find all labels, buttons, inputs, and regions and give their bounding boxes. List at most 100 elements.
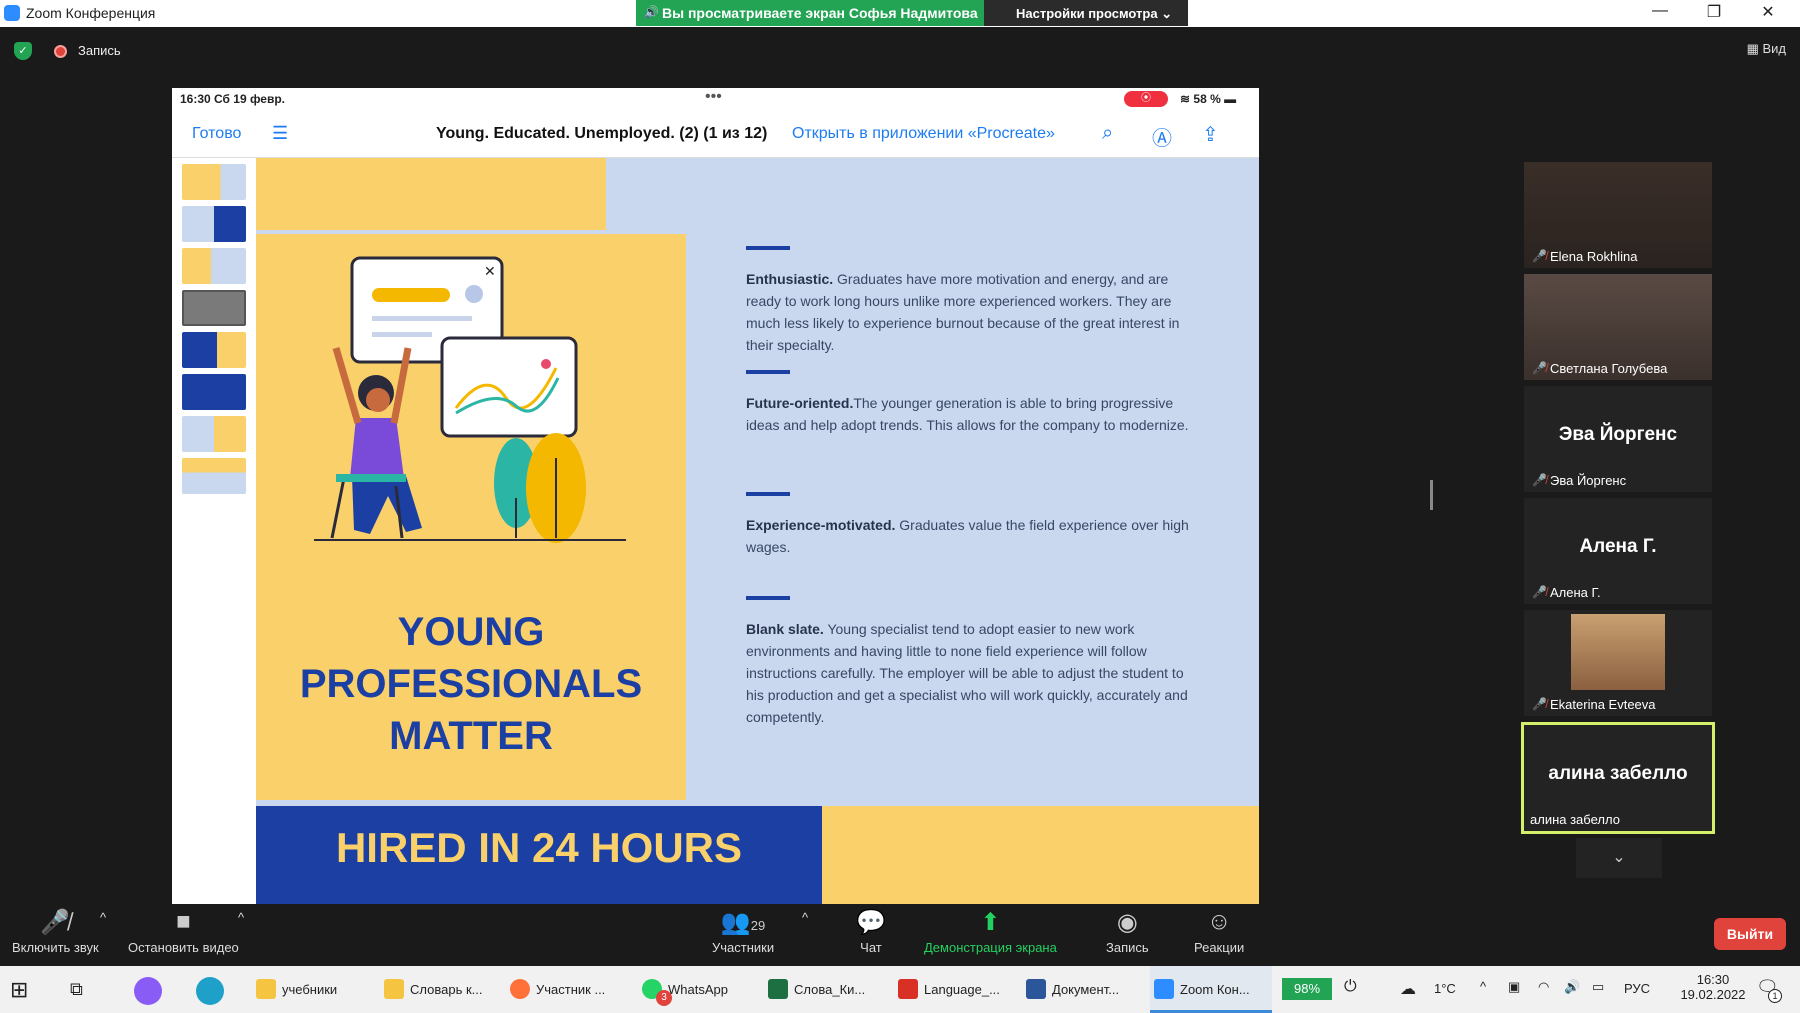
edge-browser-icon[interactable] (196, 966, 224, 1013)
leave-meeting-button[interactable]: Выйти (1714, 918, 1786, 950)
participant-tile-active-speaker[interactable]: алина забелло алина забелло (1521, 722, 1715, 834)
markup-icon[interactable]: Ⓐ (1152, 122, 1172, 151)
mic-off-icon: 🎤̸ (40, 909, 71, 936)
close-window-button[interactable]: ✕ (1748, 2, 1788, 24)
stop-video-button[interactable]: ■ Остановить видео (128, 908, 239, 955)
network-icon[interactable]: ◠ (1538, 979, 1549, 995)
participant-tile[interactable]: 🎤̸ Elena Rokhlina (1524, 162, 1712, 268)
whatsapp-badge: 3 (656, 990, 672, 1006)
panel-splitter-handle[interactable] (1430, 480, 1433, 510)
video-options-chevron[interactable]: ^ (238, 910, 244, 925)
meeting-controls: 🎤̸ Включить звук ^ ■ Остановить видео ^ 👥2… (0, 904, 1800, 966)
thumbnail-page-selected[interactable] (182, 290, 246, 326)
muted-mic-icon: 🎤̸ (1532, 249, 1547, 263)
participants-button[interactable]: 👥29 Участники (712, 908, 774, 955)
taskbar-item-label: Слова_Ки... (794, 982, 866, 997)
slide-bottom-yellow (822, 806, 1259, 904)
thumbnail-page[interactable] (182, 374, 246, 410)
muted-mic-icon: 🎤̸ (1532, 361, 1547, 375)
thumbnail-page[interactable] (182, 332, 246, 368)
taskbar-item-folder[interactable]: учебники (252, 966, 366, 1013)
thumbnail-page[interactable] (182, 206, 246, 242)
taskbar-item-label: учебники (282, 982, 338, 997)
participant-avatar (1571, 614, 1665, 690)
participants-label: Участники (712, 940, 775, 955)
windows-taskbar: ⊞ ⧉ учебники Словарь к... Участник ... 3… (0, 966, 1800, 1013)
tray-chevron-icon[interactable]: ^ (1480, 979, 1486, 994)
volume-icon[interactable]: 🔊 (1564, 979, 1580, 995)
list-icon[interactable]: ☰ (272, 123, 288, 144)
view-settings-button[interactable]: Настройки просмотра ⌄ (984, 0, 1188, 26)
muted-mic-icon: 🎤̸ (1532, 585, 1547, 599)
taskbar-item-label: Словарь к... (410, 982, 483, 997)
slide-section: Enthusiastic. Graduates have more motiva… (746, 246, 1196, 356)
display-icon[interactable]: ▭ (1592, 979, 1604, 995)
thumbnail-page[interactable] (182, 164, 246, 200)
cortana-icon[interactable] (134, 966, 162, 1013)
chat-button[interactable]: 💬 Чат (856, 908, 886, 955)
view-label: Вид (1762, 41, 1786, 56)
share-icon[interactable]: ⇪ (1202, 122, 1219, 147)
done-button[interactable]: Готово (192, 125, 241, 143)
hired-banner: HIRED IN 24 HOURS (335, 824, 743, 871)
participants-icon: 👥29 (720, 909, 766, 936)
reactions-button[interactable]: ☺ Реакции (1194, 908, 1244, 955)
participant-name: Эва Йоргенс (1550, 473, 1627, 488)
participant-name: Светлана Голубева (1550, 361, 1668, 376)
speaker-icon: 🔊 (644, 5, 659, 19)
view-button[interactable]: ▦ Вид (1747, 41, 1786, 57)
unmute-button[interactable]: 🎤̸ Включить звук (12, 908, 99, 955)
task-view-icon[interactable]: ⧉ (70, 966, 83, 1013)
participant-display-name: Алена Г. (1579, 536, 1657, 557)
notification-count: 1 (1768, 989, 1782, 1003)
participant-tile[interactable]: Алена Г. 🎤̸ Алена Г. (1524, 498, 1712, 604)
meeting-topbar: ✓ Запись ▦ Вид (0, 27, 1800, 73)
language-indicator[interactable]: РУС (1624, 981, 1650, 996)
muted-mic-icon: 🎤̸ (1532, 697, 1547, 711)
participants-options-chevron[interactable]: ^ (802, 910, 808, 925)
slide-top-blue (606, 158, 1259, 230)
taskbar-item-folder[interactable]: Словарь к... (380, 966, 494, 1013)
recording-indicator-icon (54, 45, 67, 58)
participant-tile[interactable]: 🎤̸ Ekaterina Evteeva (1524, 610, 1712, 716)
window-title: Zoom Конференция (26, 5, 156, 21)
wifi-icon: ≋ (1180, 92, 1194, 106)
scroll-participants-down-button[interactable]: ⌄ (1576, 838, 1662, 878)
taskbar-item-zoom[interactable]: Zoom Кон... (1150, 966, 1272, 1013)
thumbnail-page[interactable] (182, 458, 246, 494)
record-button[interactable]: ◉ Запись (1106, 908, 1149, 955)
taskbar-item-word[interactable]: Документ... (1022, 966, 1136, 1013)
slide-top-yellow (256, 158, 606, 230)
taskbar-item-pdf[interactable]: Language_... (894, 966, 1008, 1013)
start-windows-icon[interactable]: ⊞ (10, 966, 28, 1013)
zoom-logo-icon (4, 5, 20, 21)
reactions-label: Реакции (1194, 940, 1245, 955)
taskbar-item-whatsapp[interactable]: 3 WhatsApp (638, 966, 752, 1013)
thumbnail-page[interactable] (182, 248, 246, 284)
ipad-status-bar: 16:30 Сб 19 февр. ••• ⦿ ≋ 58 % ▬ (172, 88, 1259, 110)
participant-tile[interactable]: Эва Йоргенс 🎤̸ Эва Йоргенс (1524, 386, 1712, 492)
tray-app-icon[interactable]: ▣ (1508, 979, 1520, 995)
share-screen-button[interactable]: ⬆ Демонстрация экрана (924, 908, 1057, 955)
zoom-icon (1154, 979, 1174, 999)
participant-display-name: алина забелло (1548, 763, 1688, 784)
search-icon[interactable]: ⌕ (1102, 122, 1113, 145)
participant-tile[interactable]: 🎤̸ Светлана Голубева (1524, 274, 1712, 380)
open-in-procreate-link[interactable]: Открыть в приложении «Procreate» (792, 125, 1055, 143)
notifications-icon[interactable]: 🗨 1 (1756, 977, 1782, 1003)
plug-icon: ⏻ (1344, 978, 1357, 995)
battery-meter[interactable]: 98% (1282, 978, 1332, 1000)
minimize-button[interactable]: — (1640, 2, 1680, 24)
window-titlebar: Zoom Конференция 🔊 Вы просматриваете экр… (0, 0, 1800, 27)
thumbnail-page[interactable] (182, 416, 246, 452)
clock[interactable]: 16:30 19.02.2022 (1678, 972, 1748, 1002)
weather-icon[interactable]: ☁ (1400, 979, 1416, 999)
taskbar-item-firefox[interactable]: Участник ... (506, 966, 620, 1013)
stop-video-label: Остановить видео (128, 940, 239, 955)
audio-options-chevron[interactable]: ^ (100, 910, 106, 925)
security-shield-icon[interactable]: ✓ (14, 42, 32, 60)
restore-button[interactable]: ❐ (1694, 2, 1734, 24)
taskbar-item-excel[interactable]: Слова_Ки... (764, 966, 878, 1013)
section-heading: Blank slate. (746, 621, 824, 637)
temperature[interactable]: 1°C (1434, 981, 1456, 996)
